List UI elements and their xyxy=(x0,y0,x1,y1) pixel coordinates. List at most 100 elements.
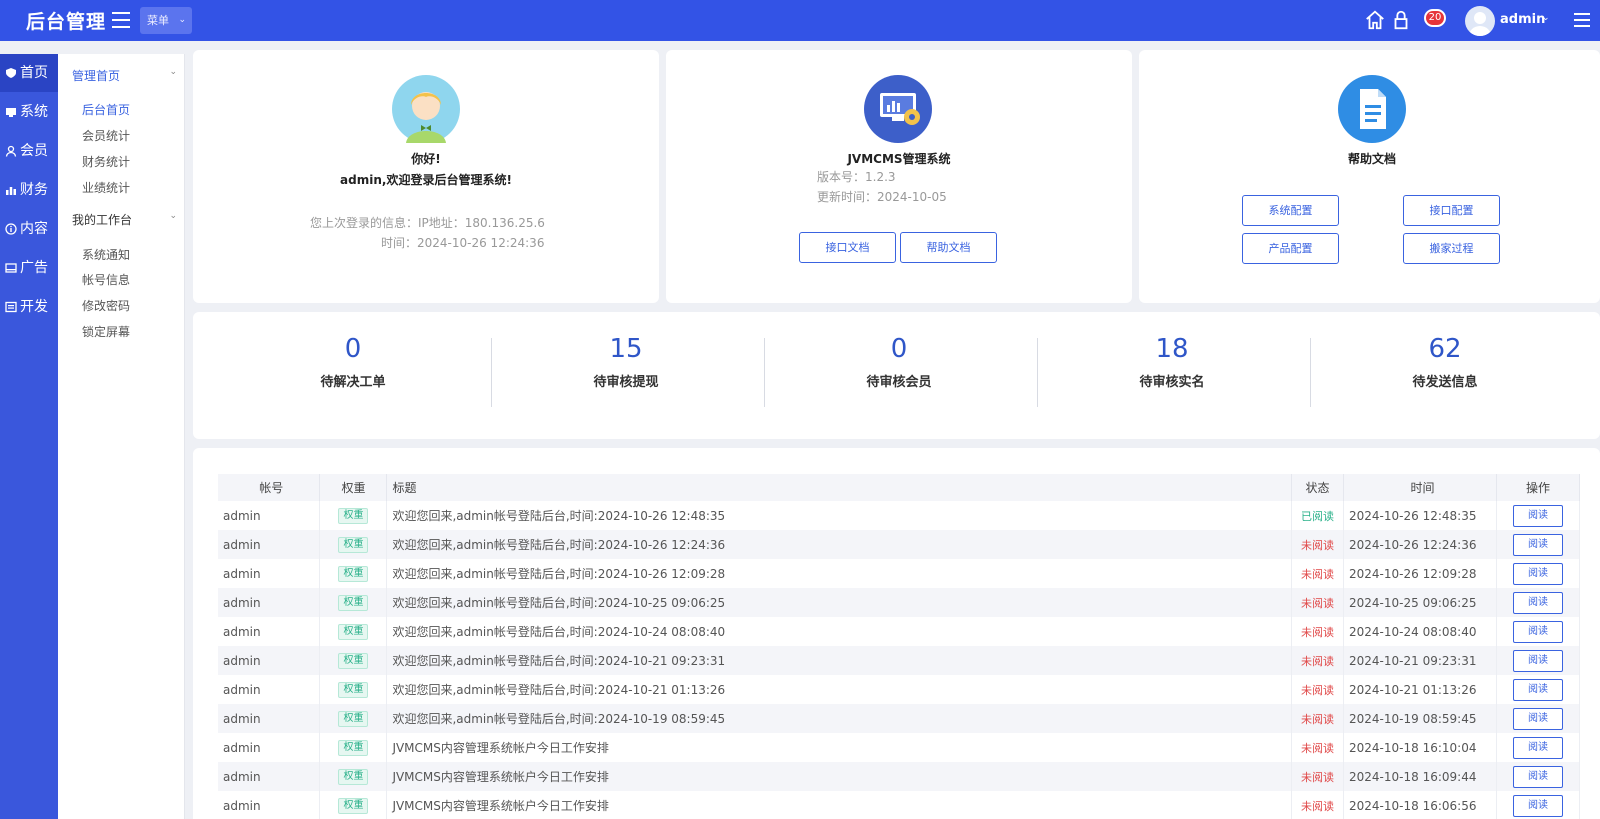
cell-time: 2024-10-18 16:06:56 xyxy=(1343,791,1497,819)
help-title: 帮助文档 xyxy=(1347,152,1396,166)
cell-account: admin xyxy=(218,675,321,704)
cell-weight: 权重 xyxy=(319,762,388,791)
read-button[interactable]: 阅读 xyxy=(1512,707,1563,730)
read-button[interactable]: 阅读 xyxy=(1512,533,1563,556)
read-button[interactable]: 阅读 xyxy=(1512,765,1563,788)
cell-account: admin xyxy=(218,646,321,675)
read-button[interactable]: 阅读 xyxy=(1512,562,1563,585)
cell-time: 2024-10-19 08:59:45 xyxy=(1343,704,1497,733)
menu-toggle-icon[interactable] xyxy=(112,12,130,28)
cell-status: 未阅读 xyxy=(1291,530,1345,559)
status-label: 未阅读 xyxy=(1301,712,1335,726)
submenu-item-notifications[interactable]: 系统通知 xyxy=(82,246,130,263)
read-button[interactable]: 阅读 xyxy=(1512,620,1563,643)
api-config-button[interactable]: 接口配置 xyxy=(1403,195,1500,226)
stat-label: 待审核实名 xyxy=(1139,375,1205,390)
cell-weight: 权重 xyxy=(319,588,388,617)
info-icon xyxy=(5,223,17,235)
product-config-button[interactable]: 产品配置 xyxy=(1242,233,1339,264)
welcome-card: 你好! admin,欢迎登录后台管理系统! 您上次登录的信息：IP地址：180.… xyxy=(193,50,659,303)
cell-title: JVMCMS内容管理系统帐户今日工作安排 xyxy=(386,791,1293,819)
submenu-group-dashboard[interactable]: 管理首页 ⌄ xyxy=(72,67,177,84)
read-button[interactable]: 阅读 xyxy=(1512,504,1563,527)
col-account: 帐号 xyxy=(218,474,321,501)
stat-pending-verification[interactable]: 18 待审核实名 xyxy=(1037,330,1307,390)
cell-status: 未阅读 xyxy=(1291,675,1345,704)
status-label: 未阅读 xyxy=(1301,654,1335,668)
chevron-down-icon[interactable]: ⌄ xyxy=(1542,13,1550,23)
rail-item-system[interactable]: 系统 xyxy=(0,93,58,131)
submenu-item-member-stats[interactable]: 会员统计 xyxy=(82,127,130,144)
main-nav-rail: 首页 系统 会员 财务 内容 广告 开发 xyxy=(0,54,58,819)
status-label: 未阅读 xyxy=(1301,683,1335,697)
help-docs-card: 帮助文档 系统配置 接口配置 产品配置 搬家过程 xyxy=(1139,50,1600,303)
stat-pending-members[interactable]: 0 待审核会员 xyxy=(764,330,1034,390)
api-docs-button[interactable]: 接口文档 xyxy=(799,232,896,263)
submenu-item-performance-stats[interactable]: 业绩统计 xyxy=(82,179,130,196)
cell-title: 欢迎您回来,admin帐号登陆后台,时间:2024-10-26 12:48:35 xyxy=(386,501,1293,530)
cell-account: admin xyxy=(218,791,321,819)
stat-label: 待发送信息 xyxy=(1412,375,1478,390)
system-info-card: JVMCMS管理系统 版本号：1.2.3 更新时间：2024-10-05 接口文… xyxy=(666,50,1132,303)
hamburger-icon[interactable] xyxy=(1574,13,1590,27)
system-config-button[interactable]: 系统配置 xyxy=(1242,195,1339,226)
cell-weight: 权重 xyxy=(319,675,388,704)
submenu-item-change-password[interactable]: 修改密码 xyxy=(82,297,130,314)
table-row: admin 权重 欢迎您回来,admin帐号登陆后台,时间:2024-10-19 0… xyxy=(218,704,1581,733)
cell-weight: 权重 xyxy=(319,646,388,675)
cell-time: 2024-10-25 09:06:25 xyxy=(1343,588,1497,617)
cell-operation: 阅读 xyxy=(1496,530,1581,559)
status-label: 未阅读 xyxy=(1301,567,1335,581)
system-updated: 更新时间：2024-10-05 xyxy=(817,190,947,204)
stat-value: 15 xyxy=(609,334,643,364)
migration-process-button[interactable]: 搬家过程 xyxy=(1403,233,1500,264)
read-button[interactable]: 阅读 xyxy=(1512,736,1563,759)
read-button[interactable]: 阅读 xyxy=(1512,591,1563,614)
rail-item-finance[interactable]: 财务 xyxy=(0,171,58,209)
submenu-item-lock-screen[interactable]: 锁定屏幕 xyxy=(82,323,130,340)
rail-item-dev[interactable]: 开发 xyxy=(0,288,58,326)
cell-status: 未阅读 xyxy=(1291,617,1345,646)
stat-pending-withdrawals[interactable]: 15 待审核提现 xyxy=(491,330,761,390)
username[interactable]: admin xyxy=(1500,12,1545,27)
table-row: admin 权重 JVMCMS内容管理系统帐户今日工作安排 未阅读 2024-10-18… xyxy=(218,733,1581,762)
cell-time: 2024-10-26 12:48:35 xyxy=(1343,501,1497,530)
cell-operation: 阅读 xyxy=(1496,762,1581,791)
rail-item-ads[interactable]: 广告 xyxy=(0,249,58,287)
cell-time: 2024-10-26 12:24:36 xyxy=(1343,530,1497,559)
submenu-item-finance-stats[interactable]: 财务统计 xyxy=(82,153,130,170)
read-button[interactable]: 阅读 xyxy=(1512,794,1563,817)
rail-item-member[interactable]: 会员 xyxy=(0,132,58,170)
rail-item-home[interactable]: 首页 xyxy=(0,54,58,92)
menu-dropdown[interactable]: 菜单 ⌄ xyxy=(140,7,192,34)
read-button[interactable]: 阅读 xyxy=(1512,678,1563,701)
table-row: admin 权重 欢迎您回来,admin帐号登陆后台,时间:2024-10-26 1… xyxy=(218,501,1581,530)
weight-tag: 权重 xyxy=(338,537,369,553)
home-icon[interactable] xyxy=(1364,9,1386,31)
table-header-row: 帐号 权重 标题 状态 时间 操作 xyxy=(218,474,1581,501)
notification-badge[interactable]: 20 xyxy=(1424,9,1446,27)
status-label: 未阅读 xyxy=(1301,625,1335,639)
col-operation: 操作 xyxy=(1496,474,1581,501)
cell-weight: 权重 xyxy=(319,791,388,819)
cell-status: 未阅读 xyxy=(1291,646,1345,675)
rail-item-content[interactable]: 内容 xyxy=(0,210,58,248)
cell-title: 欢迎您回来,admin帐号登陆后台,时间:2024-10-19 08:59:45 xyxy=(386,704,1293,733)
cell-weight: 权重 xyxy=(319,617,388,646)
stat-pending-tickets[interactable]: 0 待解决工单 xyxy=(218,330,488,390)
submenu-group-workbench[interactable]: 我的工作台 ⌄ xyxy=(72,211,177,228)
submenu-item-home[interactable]: 后台首页 xyxy=(82,101,130,118)
read-button[interactable]: 阅读 xyxy=(1512,649,1563,672)
menu-dropdown-label: 菜单 xyxy=(147,14,169,27)
stat-pending-messages[interactable]: 62 待发送信息 xyxy=(1310,330,1580,390)
lock-icon[interactable] xyxy=(1390,9,1412,31)
help-docs-button[interactable]: 帮助文档 xyxy=(900,232,997,263)
stat-label: 待审核会员 xyxy=(866,375,932,390)
welcome-greeting: 你好! xyxy=(411,152,441,166)
rail-item-label: 系统 xyxy=(20,104,48,120)
cell-time: 2024-10-18 16:10:04 xyxy=(1343,733,1497,762)
col-weight: 权重 xyxy=(319,474,388,501)
user-avatar[interactable] xyxy=(1465,6,1495,36)
submenu-item-account-info[interactable]: 帐号信息 xyxy=(82,271,130,288)
status-label: 未阅读 xyxy=(1301,799,1335,813)
